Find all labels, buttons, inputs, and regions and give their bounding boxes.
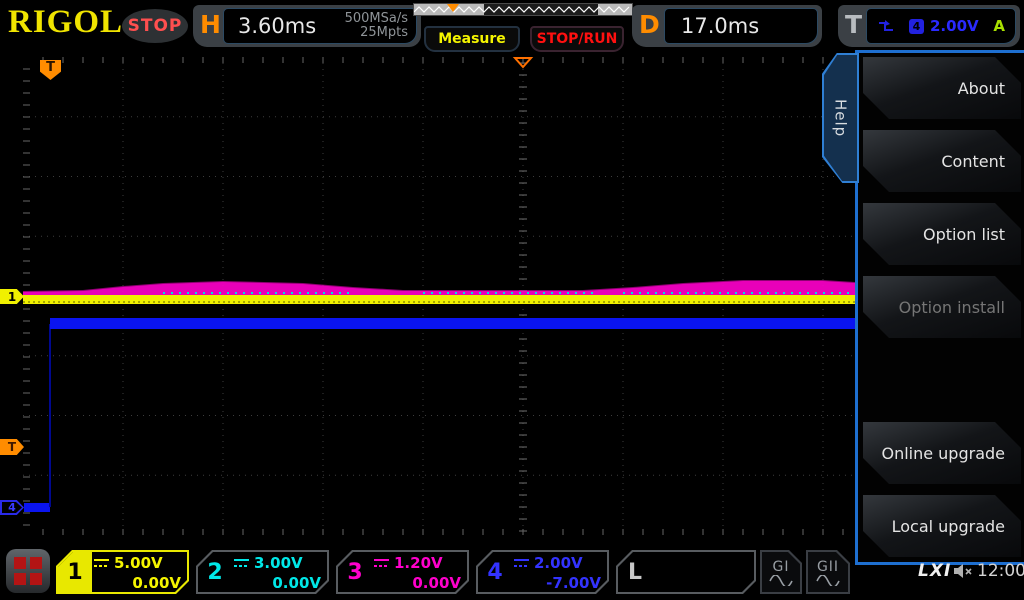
timebase-value: 3.60ms [224,14,345,38]
digital-channel-numbers: 0 1 2 3 4 5 6 7 8 9 1011 12131415 [656,555,750,600]
menu-button-about[interactable]: About [863,57,1021,119]
logic-analyzer-status-box[interactable]: L 0 1 2 3 4 5 6 7 8 9 1011 12131415 [616,550,756,594]
channel1-scale: 5.00V [114,554,163,572]
menu-panel: About Content Option list Option install… [855,50,1024,565]
online-upgrade-label: Online upgrade [881,444,1005,463]
ch4-level-marker[interactable]: 4 [0,500,24,515]
ch3-dc-coupling-icon [374,559,389,568]
channel2-status-box[interactable]: 2 3.00V 0.00V [196,550,329,594]
trigger-level-letter: T [8,440,16,454]
channel4-status-box[interactable]: 4 2.00V -7.00V [476,550,609,594]
trigger-mode-flag: A [993,17,1005,35]
source1-label: GI [773,559,790,575]
menu-button-option-install: Option install [863,276,1021,338]
stop-run-button-label: STOP/RUN [537,31,618,47]
trigger-level-marker[interactable]: T [0,439,24,455]
ch2-dc-coupling-icon [234,559,249,568]
trigger-level-value: 2.00V [930,17,979,35]
source2-label: GII [817,559,839,575]
measure-button[interactable]: Measure [424,26,520,52]
horizontal-settings-box[interactable]: H 3.60ms 500MSa/s 25Mpts [193,5,421,47]
delay-inner-box: 17.0ms [664,8,818,44]
horizontal-inner-box: 3.60ms 500MSa/s 25Mpts [223,8,417,44]
trigger-position-letter: T [46,60,55,75]
option-install-label: Option install [899,298,1005,317]
about-label: About [958,79,1005,98]
channel3-status-box[interactable]: 3 1.20V 0.00V [336,550,469,594]
digital-row-0-7: 0 1 2 3 4 5 6 7 [656,591,750,600]
trigger-source-badge: 4 [909,19,924,34]
stop-run-button[interactable]: STOP/RUN [530,26,624,52]
channel4-offset: -7.00V [514,573,601,593]
ch4-dc-coupling-icon [514,559,529,568]
menu-button-local-upgrade[interactable]: Local upgrade [863,495,1021,557]
delay-label: D [639,10,660,39]
memory-position-bar[interactable] [413,3,633,16]
help-menu-tab[interactable]: Help [822,53,859,183]
oscilloscope-screen: RIGOL STOP H 3.60ms 500MSa/s 25Mpts Meas… [0,0,1024,600]
sample-rate-block: 500MSa/s 25Mpts [345,12,416,40]
lxi-logo: LXI [918,561,951,581]
delay-settings-box[interactable]: D 17.0ms [632,5,822,47]
menu-button-content[interactable]: Content [863,130,1021,192]
help-tab-label: Help [832,99,850,137]
sine-wave-icon [816,575,840,586]
clock-display: 12:00 [977,561,1024,581]
source2-button[interactable]: GII [806,550,850,594]
trigger-inner-box: 4 2.00V A [866,8,1016,44]
measure-button-label: Measure [438,31,506,47]
menu-button-option-list[interactable]: Option list [863,203,1021,265]
memory-depth-value: 25Mpts [345,26,408,40]
waveform-display[interactable] [23,57,855,535]
memory-position-marker [447,4,459,12]
trigger-settings-box[interactable]: T 4 2.00V A [838,5,1020,47]
channel3-scale: 1.20V [394,554,443,572]
channel3-offset: 0.00V [374,573,461,593]
local-upgrade-label: Local upgrade [892,517,1005,536]
trigger-slope-falling-icon [877,18,895,34]
channel2-offset: 0.00V [234,573,321,593]
menu-grid-icon [14,557,42,585]
logic-analyzer-label: L [618,552,652,592]
ch4-marker-label: 4 [8,501,16,514]
ch1-marker-label: 1 [8,290,16,304]
main-menu-button[interactable] [6,549,50,593]
horizontal-label: H [200,10,221,39]
trigger-label: T [845,10,862,39]
sine-wave-icon [769,575,793,586]
speaker-muted-icon[interactable] [952,562,974,580]
channel1-number: 1 [58,552,92,592]
run-state-indicator: STOP [122,9,188,43]
delay-value: 17.0ms [665,14,759,38]
menu-button-online-upgrade[interactable]: Online upgrade [863,422,1021,484]
run-state-label: STOP [128,16,183,36]
channel4-scale: 2.00V [534,554,583,572]
channel1-offset: 0.00V [94,573,181,593]
channel2-number: 2 [198,552,232,592]
channel1-status-box[interactable]: 1 5.00V 0.00V [56,550,189,594]
rigol-logo: RIGOL [8,4,123,41]
ch1-level-marker[interactable]: 1 [0,289,24,304]
waveform-plot [23,57,855,535]
channel4-number: 4 [478,552,512,592]
source1-button[interactable]: GI [760,550,802,594]
channel2-scale: 3.00V [254,554,303,572]
ch1-dc-coupling-icon [94,559,109,568]
sample-rate-value: 500MSa/s [345,12,408,26]
option-list-label: Option list [923,225,1005,244]
channel3-number: 3 [338,552,372,592]
content-label: Content [941,152,1005,171]
